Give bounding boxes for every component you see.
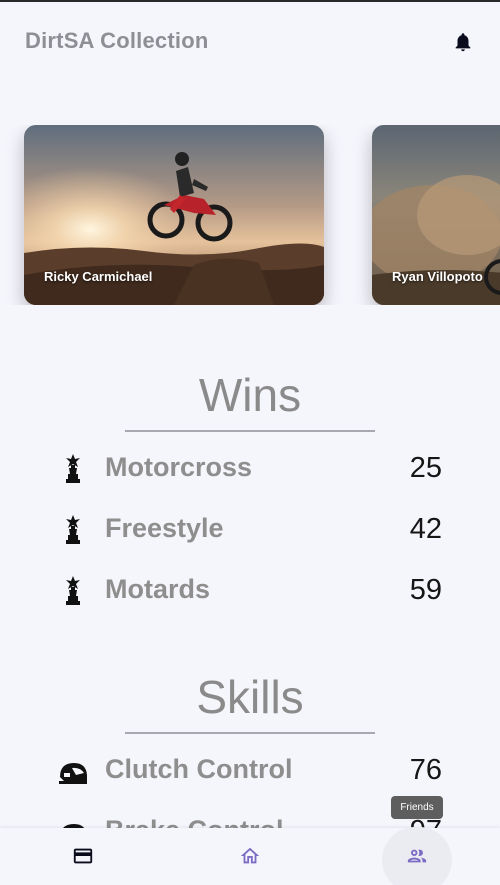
- rider-carousel[interactable]: Ricky Carmichael Ryan Villopoto: [0, 125, 500, 305]
- nav-home-button[interactable]: [210, 828, 290, 885]
- rider-card[interactable]: Ryan Villopoto: [372, 125, 500, 305]
- stat-label: Motards: [105, 574, 211, 604]
- trophy-icon: [58, 575, 88, 607]
- app-header: DirtSA Collection: [0, 0, 500, 84]
- trophy-icon: [58, 453, 88, 485]
- rider-card[interactable]: Ricky Carmichael: [24, 125, 324, 305]
- nav-friends-button[interactable]: [377, 828, 457, 885]
- skills-row: Clutch Control 76: [0, 749, 500, 793]
- skills-divider: [125, 732, 375, 734]
- helmet-icon: [58, 755, 88, 787]
- wins-row: Freestyle 42: [0, 508, 500, 552]
- wins-divider: [125, 430, 375, 432]
- stat-value: 42: [409, 513, 442, 545]
- bottom-nav: [0, 827, 500, 885]
- stat-label: Motorcross: [105, 452, 253, 482]
- nav-cards-button[interactable]: [43, 828, 123, 885]
- stat-value: 25: [409, 452, 442, 484]
- wins-row: Motards 59: [0, 569, 500, 613]
- stat-label: Freestyle: [105, 513, 224, 543]
- bell-icon[interactable]: [452, 30, 474, 54]
- stat-label: Clutch Control: [105, 754, 293, 784]
- stat-value: 59: [409, 574, 442, 606]
- credit-card-icon: [73, 848, 93, 864]
- stat-value: 76: [409, 754, 442, 786]
- wins-row: Motorcross 25: [0, 447, 500, 491]
- trophy-icon: [58, 514, 88, 546]
- friends-icon: [407, 849, 427, 863]
- home-icon: [240, 847, 260, 864]
- friends-tooltip: Friends: [391, 796, 443, 819]
- wins-title: Wins: [198, 369, 302, 421]
- rider-name: Ryan Villopoto: [392, 269, 483, 284]
- app-title: DirtSA Collection: [25, 28, 209, 53]
- rider-name: Ricky Carmichael: [44, 269, 153, 284]
- skills-title: Skills: [196, 671, 304, 723]
